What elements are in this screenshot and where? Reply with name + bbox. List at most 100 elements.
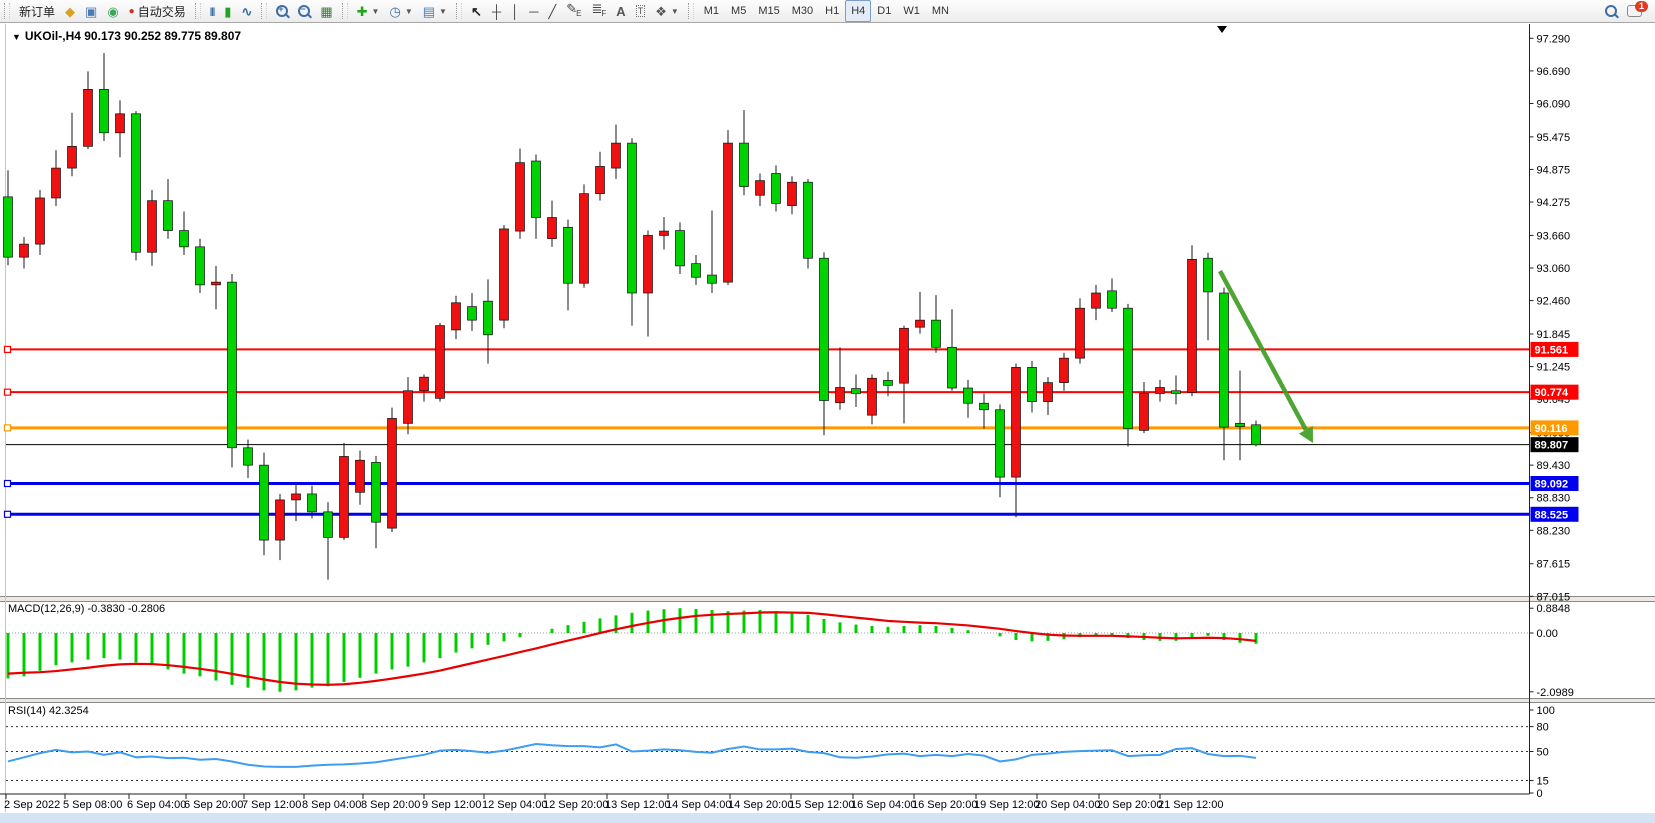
candle-body bbox=[1044, 383, 1053, 402]
trendline-icon: ╱ bbox=[548, 5, 556, 18]
price-tick: 89.430 bbox=[1537, 460, 1571, 472]
tile-windows-button[interactable]: ▦ bbox=[315, 0, 337, 22]
candle-body bbox=[324, 512, 333, 538]
candle-body bbox=[644, 235, 653, 293]
candle-body bbox=[1124, 308, 1133, 429]
indicators-button[interactable]: ✚▼ bbox=[352, 0, 385, 22]
rsi-tick: 0 bbox=[1537, 788, 1543, 800]
text-button[interactable]: A bbox=[611, 0, 630, 22]
resistance-line-2-handle[interactable] bbox=[5, 389, 11, 395]
candle-body bbox=[308, 494, 317, 512]
panel-separator[interactable] bbox=[0, 699, 1655, 703]
candle-body bbox=[740, 143, 749, 186]
candle-body bbox=[212, 282, 221, 285]
resistance-line-1-handle[interactable] bbox=[5, 346, 11, 352]
clock-icon: ◷ bbox=[389, 5, 400, 18]
timeframe-H4[interactable]: H4 bbox=[845, 0, 871, 22]
candlestick-chart-button[interactable]: ▮ bbox=[219, 0, 236, 22]
timeframe-W1[interactable]: W1 bbox=[897, 0, 926, 22]
time-tick: 20 Sep 04:00 bbox=[1035, 799, 1100, 811]
candle-body bbox=[948, 347, 957, 388]
current-price-line-price-label: 89.807 bbox=[1535, 440, 1569, 452]
chat-bubble-icon: 1 bbox=[1627, 5, 1642, 17]
zoom-in-button[interactable]: + bbox=[271, 0, 293, 22]
timeframe-M5[interactable]: M5 bbox=[725, 0, 752, 22]
candle-body bbox=[996, 410, 1005, 477]
signals-button[interactable]: ◉ bbox=[102, 0, 123, 22]
cursor-button[interactable]: ↖ bbox=[466, 0, 487, 22]
new-order-button[interactable]: 新订单 bbox=[14, 0, 60, 22]
templates-button[interactable]: ▤▼ bbox=[418, 0, 452, 22]
symbol-dropdown-icon[interactable]: ▼ bbox=[12, 32, 21, 42]
candle-body bbox=[36, 198, 45, 244]
toolbar-separator bbox=[342, 3, 348, 19]
candle-body bbox=[292, 494, 301, 500]
candle-body bbox=[84, 89, 93, 146]
candle-body bbox=[404, 391, 413, 424]
notifications-button[interactable]: 1 bbox=[1622, 0, 1647, 22]
autotrade-icon: ● bbox=[129, 5, 135, 18]
time-tick: 2 Sep 2022 bbox=[4, 799, 60, 811]
text-label-button[interactable]: T bbox=[631, 0, 651, 22]
crosshair-button[interactable]: ┼ bbox=[487, 0, 506, 22]
tile-windows-icon: ▦ bbox=[320, 5, 332, 18]
timeframe-D1[interactable]: D1 bbox=[871, 0, 897, 22]
candle-body bbox=[836, 387, 845, 402]
panel-separator[interactable] bbox=[0, 597, 1655, 602]
time-tick: 16 Sep 20:00 bbox=[912, 799, 977, 811]
price-tick: 93.660 bbox=[1537, 230, 1571, 242]
price-tick: 87.615 bbox=[1537, 559, 1571, 571]
timeframe-MN[interactable]: MN bbox=[926, 0, 955, 22]
timeframe-M1[interactable]: M1 bbox=[698, 0, 725, 22]
candle-body bbox=[68, 146, 77, 168]
line-chart-button[interactable]: ∿ bbox=[236, 0, 257, 22]
support-line-2-price-label: 88.525 bbox=[1535, 509, 1569, 521]
candle-body bbox=[548, 218, 557, 239]
candle-body bbox=[420, 377, 429, 391]
candle-body bbox=[724, 143, 733, 282]
rsi-tick: 80 bbox=[1537, 722, 1549, 734]
fibonacci-button[interactable]: ≣F bbox=[587, 0, 612, 22]
chart-window-button[interactable]: ▣ bbox=[80, 0, 102, 22]
price-tick: 96.690 bbox=[1537, 66, 1571, 78]
pivot-line-handle[interactable] bbox=[5, 425, 11, 431]
search-button[interactable] bbox=[1600, 0, 1622, 22]
template-icon: ▤ bbox=[423, 5, 435, 18]
candle-body bbox=[500, 229, 509, 320]
candle-body bbox=[596, 166, 605, 193]
text-label-icon: T bbox=[636, 5, 646, 17]
candle-body bbox=[980, 403, 989, 410]
pivot-line-price-label: 90.116 bbox=[1535, 423, 1568, 435]
horizontal-line-button[interactable]: ─ bbox=[524, 0, 543, 22]
line-chart-icon: ∿ bbox=[241, 5, 252, 18]
candle-body bbox=[196, 247, 205, 285]
periods-button[interactable]: ◷▼ bbox=[384, 0, 417, 22]
zoom-out-button[interactable]: − bbox=[293, 0, 315, 22]
candle-body bbox=[452, 303, 461, 330]
autotrade-button[interactable]: ●自动交易 bbox=[124, 0, 191, 22]
vertical-line-button[interactable]: │ bbox=[506, 0, 524, 22]
candle-body bbox=[1252, 425, 1261, 445]
time-tick: 14 Sep 04:00 bbox=[666, 799, 731, 811]
chart-background bbox=[0, 23, 1655, 813]
support-line-1-handle[interactable] bbox=[5, 481, 11, 487]
arrows-button[interactable]: ❖▼ bbox=[650, 0, 684, 22]
time-tick: 5 Sep 08:00 bbox=[63, 799, 122, 811]
zoom-out-icon: − bbox=[298, 5, 310, 17]
price-chart-canvas[interactable]: 97.29096.69096.09095.47594.87594.27593.6… bbox=[0, 0, 1655, 822]
candle-body bbox=[532, 161, 541, 217]
candle-body bbox=[884, 380, 893, 385]
candle-body bbox=[804, 182, 813, 258]
timeframe-M30[interactable]: M30 bbox=[786, 0, 819, 22]
timeframe-H1[interactable]: H1 bbox=[819, 0, 845, 22]
trendline-button[interactable]: ╱ bbox=[543, 0, 561, 22]
timeframe-M15[interactable]: M15 bbox=[752, 0, 785, 22]
gold-diamond-button[interactable]: ◆ bbox=[60, 0, 80, 22]
candle-body bbox=[52, 168, 61, 198]
support-line-2-handle[interactable] bbox=[5, 511, 11, 517]
autotrade-button-label: 自动交易 bbox=[138, 3, 186, 20]
bar-chart-button[interactable]: ||| bbox=[205, 0, 220, 22]
macd-indicator-label: MACD(12,26,9) -0.3830 -0.2806 bbox=[8, 603, 165, 615]
shapes-icon: ❖ bbox=[655, 5, 667, 18]
equidistant-channel-button[interactable]: ✎E bbox=[561, 0, 586, 22]
